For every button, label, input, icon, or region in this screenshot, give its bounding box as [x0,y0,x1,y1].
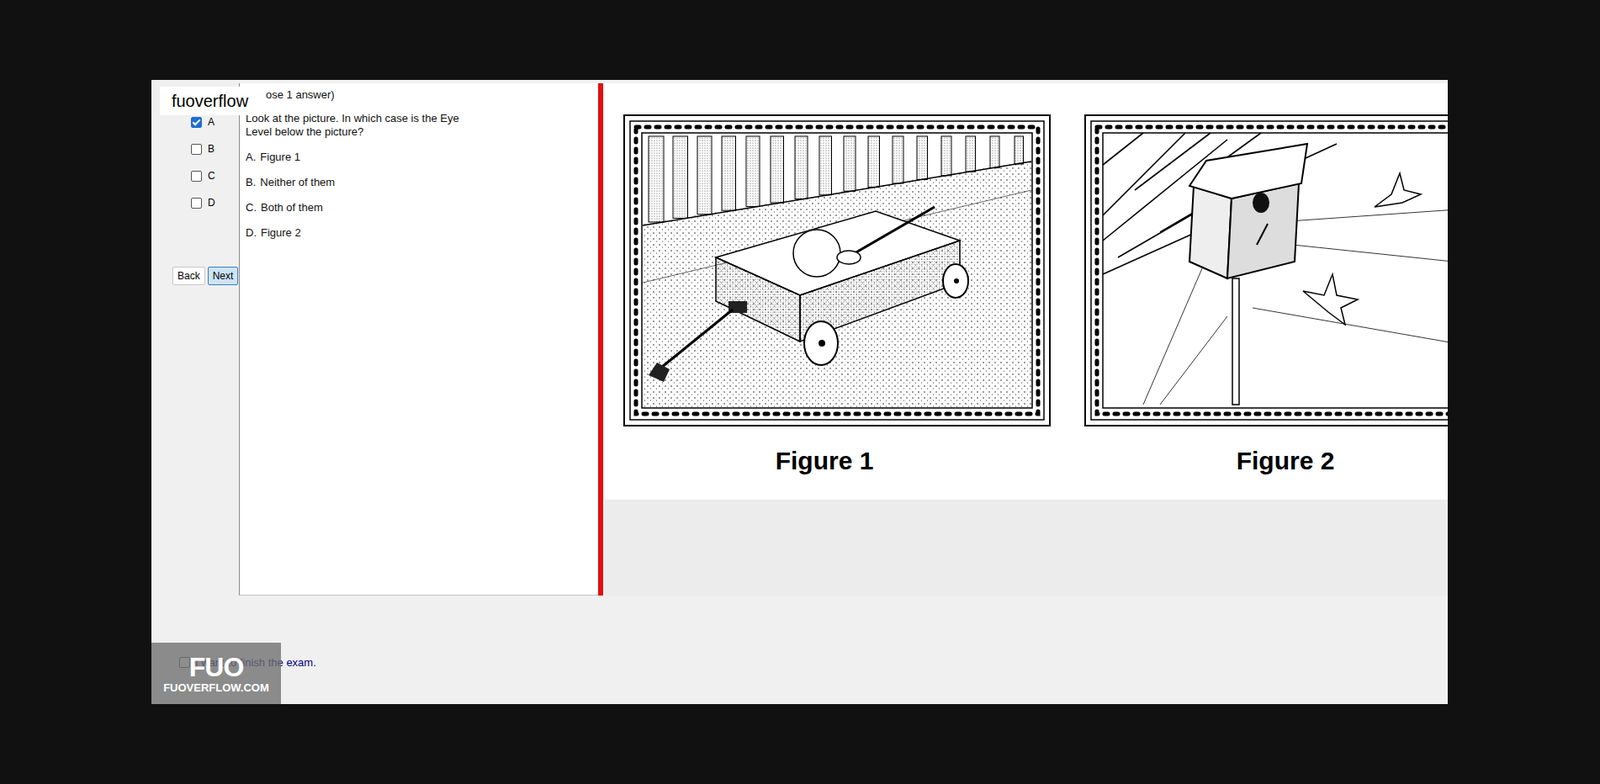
choice: C.Both of them [245,201,593,215]
answer-label: D [207,196,216,209]
logo-site: FUOVERFLOW.COM [163,681,270,695]
answer-label: B [207,143,215,155]
question-image: Figure 1 Figure 2 [604,83,1448,500]
answer-option[interactable]: C [168,162,239,190]
answer-column: A B C D BackNext [168,83,239,596]
exam-window: A B C D BackNext ose 1 answer) Look at t… [151,79,1448,705]
answer-checkbox[interactable] [190,143,202,155]
choice: A.Figure 1 [245,150,593,165]
figure: Figure 2 [1084,114,1448,500]
choice: B.Neither of them [245,175,593,190]
site-logo: FUO FUOVERFLOW.COM [151,642,281,705]
splitter[interactable] [598,83,604,596]
answer-checkbox[interactable] [190,197,202,209]
choice: D.Figure 2 [245,226,593,240]
figure-caption: Figure 1 [775,446,900,476]
birdhouse-drawing-icon [1084,114,1448,427]
finish-label[interactable]: I want to finish the exam. [195,656,317,669]
answer-option[interactable]: D [168,189,239,217]
instruction: ose 1 answer) [265,88,593,102]
choice-list: A.Figure 1 B.Neither of them C.Both of the… [245,150,593,240]
question-text: Look at the picture. In which case is th… [245,111,480,139]
nav-buttons: BackNext [168,266,239,286]
answer-label: C [207,169,216,182]
finish-exam[interactable]: I want to finish the exam. [168,656,1448,669]
screen: A B C D BackNext ose 1 answer) Look at t… [0,0,1600,784]
answer-checkbox[interactable] [190,170,202,182]
answer-option[interactable]: B [168,135,239,163]
nav-button[interactable]: Next [207,266,239,286]
image-panel: Figure 1 Figure 2 [604,83,1448,596]
figure-caption: Figure 2 [1236,446,1361,476]
watermark: fuoverflow [159,86,260,116]
answer-checkbox[interactable] [190,116,202,128]
exam-content: A B C D BackNext ose 1 answer) Look at t… [168,83,1448,596]
answer-label: A [207,116,215,128]
question-panel: ose 1 answer) Look at the picture. In wh… [238,83,599,596]
nav-button[interactable]: Back [172,266,206,286]
logo-mark: FUO [189,652,244,682]
finish-checkbox[interactable] [179,656,191,668]
figure: Figure 1 [623,114,1051,500]
wagon-drawing-icon [623,114,1051,427]
